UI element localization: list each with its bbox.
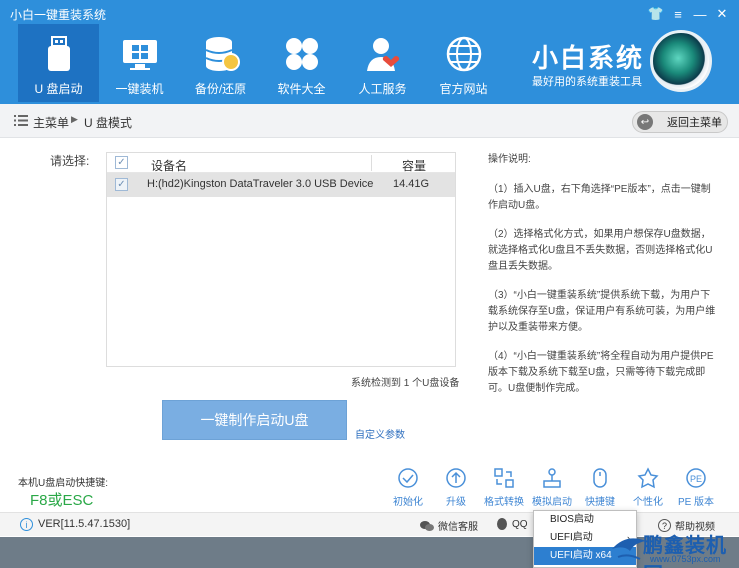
tool-label: 快捷键: [585, 497, 615, 508]
breadcrumb: 主菜单 ▶ U 盘模式 ↩ 返回主菜单: [0, 104, 739, 138]
tool-initialize[interactable]: 初始化: [384, 467, 432, 508]
instruction-step: （4）“小白一键重装系统”将全程自动为用户提供PE版本下载及系统下载至U盘，只需…: [488, 351, 714, 394]
back-button-label: 返回主菜单: [667, 117, 722, 129]
globe-icon: [446, 36, 481, 72]
info-icon: i: [20, 518, 33, 531]
tool-label: 模拟启动: [532, 497, 572, 508]
select-all-checkbox[interactable]: ✓: [115, 156, 128, 169]
tab-software[interactable]: 软件大全: [261, 24, 342, 102]
monitor-windows-icon: [122, 40, 157, 70]
instructions-panel: 操作说明: （1）插入U盘，右下角选择“PE版本”，点击一键制作启动U盘。 （2…: [488, 152, 718, 410]
tool-upgrade[interactable]: 升级: [432, 467, 480, 508]
window-controls: 👕 ≡ — ✕: [645, 4, 733, 24]
tool-hotkey[interactable]: 快捷键: [576, 467, 624, 508]
back-arrow-icon: ↩: [637, 114, 653, 130]
list-icon: [14, 115, 28, 126]
instruction-step: （2）选择格式化方式，如果用户想保存U盘数据，就选择格式化U盘且不丢失数据，否则…: [488, 229, 713, 272]
detected-count: 1: [403, 378, 410, 389]
column-capacity: 容量: [402, 159, 427, 173]
svg-text:PE: PE: [690, 474, 702, 484]
tool-label: 初始化: [393, 497, 423, 508]
device-table: ✓ 设备名 容量 ✓ H:(hd2)Kingston DataTraveler …: [106, 152, 456, 367]
personalize-icon: [637, 467, 659, 489]
make-boot-usb-button[interactable]: 一键制作启动U盘: [162, 400, 347, 440]
simulate-icon: [543, 468, 561, 488]
tab-one-click-install[interactable]: 一键装机: [99, 24, 180, 102]
tool-label: 升级: [446, 497, 466, 508]
breadcrumb-root[interactable]: 主菜单: [33, 114, 69, 131]
column-divider: [371, 155, 372, 171]
breadcrumb-arrow-icon: ▶: [71, 114, 78, 124]
brand-tagline: 最好用的系统重装工具: [532, 76, 642, 88]
tab-label: 软件大全: [277, 82, 326, 96]
app-header: 小白一键重装系统 👕 ≡ — ✕ U 盘启动 一键装机 备份/还原 软件大全 人…: [0, 0, 739, 104]
detected-status: 系统检测到 1 个U盘设备: [351, 374, 459, 389]
convert-icon: [494, 468, 514, 488]
tool-personalize[interactable]: 个性化: [624, 467, 672, 508]
upgrade-icon: [446, 468, 466, 488]
user-support-icon: [366, 38, 399, 71]
qq-icon: [497, 518, 507, 530]
hotkey-label: 本机U盘启动快捷键:: [18, 478, 108, 489]
watermark: 鹏鑫装机网 www.0753px.com: [610, 527, 739, 568]
wechat-label: 微信客服: [438, 522, 478, 533]
device-name: H:(hd2)Kingston DataTraveler 3.0 USB Dev…: [147, 178, 374, 190]
check-circle-icon: [398, 468, 418, 488]
instructions-title: 操作说明:: [488, 154, 531, 165]
menu-item-label: UEFI启动: [550, 532, 593, 543]
tab-label: U 盘启动: [34, 82, 83, 96]
close-icon[interactable]: ✕: [711, 4, 733, 24]
instruction-step: （3）“小白一键重装系统”提供系统下载，为用户下载系统保存至U盘，保证用户有系统…: [488, 290, 716, 333]
mouse-icon: [593, 468, 607, 488]
qq-label: QQ: [512, 519, 528, 530]
tool-label: 格式转换: [484, 497, 524, 508]
custom-params-link[interactable]: 自定义参数: [355, 426, 405, 441]
apps-icon: [285, 38, 318, 70]
breadcrumb-current: U 盘模式: [84, 116, 133, 130]
column-device-name: 设备名: [151, 159, 188, 173]
tool-simulate-boot[interactable]: 模拟启动: [528, 467, 576, 508]
tool-label: PE 版本: [677, 497, 715, 508]
instruction-step: （1）插入U盘，右下角选择“PE版本”，点击一键制作启动U盘。: [488, 184, 711, 211]
hotkey-value: F8或ESC: [30, 492, 94, 509]
tool-pe-version[interactable]: PE PE 版本: [672, 467, 720, 508]
watermark-url: www.0753px.com: [650, 554, 721, 564]
brand-name: 小白系统: [532, 43, 645, 73]
window-title: 小白一键重装系统: [10, 8, 107, 22]
tab-support[interactable]: 人工服务: [342, 24, 423, 102]
minimize-icon[interactable]: —: [689, 4, 711, 24]
tab-label: 备份/还原: [194, 82, 247, 96]
usb-drive-icon: [47, 36, 70, 71]
tab-website[interactable]: 官方网站: [423, 24, 504, 102]
detected-suffix: 个U盘设备: [412, 378, 460, 389]
tab-backup-restore[interactable]: 备份/还原: [180, 24, 261, 102]
menu-icon[interactable]: ≡: [667, 4, 689, 24]
tool-convert[interactable]: 格式转换: [480, 467, 528, 508]
wechat-icon: [420, 520, 434, 531]
tool-label: 个性化: [633, 497, 663, 508]
qq-support-link[interactable]: QQ: [496, 518, 528, 531]
table-row[interactable]: ✓ H:(hd2)Kingston DataTraveler 3.0 USB D…: [107, 173, 455, 197]
tab-usb-boot[interactable]: U 盘启动: [18, 24, 99, 102]
tab-label: 一键装机: [115, 82, 164, 96]
version-text: VER[11.5.47.1530]: [38, 518, 131, 530]
database-icon: [205, 37, 240, 71]
device-table-header: ✓ 设备名 容量: [107, 153, 455, 173]
tab-label: 官方网站: [439, 82, 488, 96]
select-label: 请选择:: [50, 154, 90, 168]
wechat-support-link[interactable]: 微信客服: [420, 518, 478, 533]
pe-icon: PE: [686, 468, 706, 488]
tool-bar: 初始化 升级 格式转换 模拟启动 快捷键 个性化 PE PE 版本: [384, 467, 720, 508]
device-capacity: 14.41G: [393, 178, 430, 190]
tab-label: 人工服务: [358, 82, 407, 96]
main-tabs: U 盘启动 一键装机 备份/还原 软件大全 人工服务 官方网站: [18, 24, 504, 102]
row-checkbox[interactable]: ✓: [115, 178, 128, 191]
brand-logo: [650, 30, 712, 92]
back-to-main-button[interactable]: ↩ 返回主菜单: [632, 111, 728, 133]
skin-icon[interactable]: 👕: [645, 4, 667, 24]
detected-prefix: 系统检测到: [351, 378, 401, 389]
